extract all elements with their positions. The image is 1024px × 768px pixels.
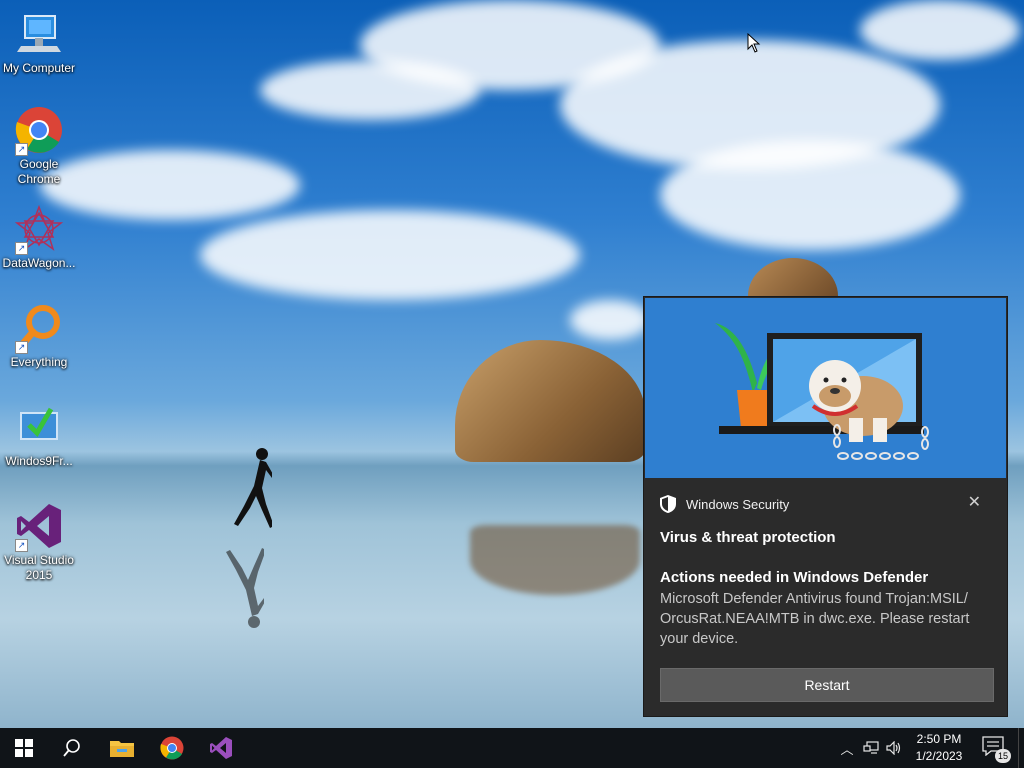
desktop-icon-everything[interactable]: ↗ Everything: [1, 304, 77, 370]
taskbar: ︿ 2:50 PM 1/2/2023 15: [0, 728, 1024, 768]
runner-reflection: [226, 548, 264, 628]
network-icon: [863, 741, 879, 754]
desktop-icon-google-chrome[interactable]: ↗ Google Chrome: [1, 106, 77, 187]
cloud: [40, 150, 300, 220]
taskbar-chrome[interactable]: [148, 728, 196, 768]
shortcut-arrow-icon: ↗: [15, 539, 28, 552]
datawagon-icon: ↗: [14, 204, 64, 255]
taskbar-visual-studio[interactable]: [197, 728, 245, 768]
clock-time: 2:50 PM: [916, 732, 962, 746]
notification-app-name: Windows Security: [686, 496, 790, 512]
close-icon[interactable]: ✕: [968, 495, 981, 511]
shortcut-arrow-icon: ↗: [15, 143, 28, 156]
notification-title: Virus & threat protection: [660, 529, 836, 546]
file-explorer-icon: [110, 741, 134, 757]
search-icon: [63, 739, 80, 757]
mouse-cursor-icon: [747, 33, 761, 53]
rock-formation: [748, 258, 838, 300]
desktop-icon-datawagon[interactable]: ↗ DataWagon...: [1, 204, 77, 271]
clock-date: 1/2/2023: [915, 749, 963, 763]
runner-silhouette: [234, 448, 272, 528]
chrome-icon: [160, 736, 184, 760]
volume-button[interactable]: [884, 728, 904, 768]
windows-logo-icon: [15, 739, 33, 757]
taskbar-clock[interactable]: 2:50 PM 1/2/2023: [908, 731, 970, 765]
taskbar-file-explorer[interactable]: [98, 728, 146, 768]
desktop-icon-label: Visual Studio 2015: [4, 553, 74, 582]
everything-search-icon: ↗: [15, 304, 63, 354]
shield-icon: [660, 495, 676, 513]
chrome-icon: ↗: [15, 106, 63, 156]
installer-icon: [15, 403, 63, 451]
windows-security-notification[interactable]: Windows Security ✕ Virus & threat protec…: [644, 297, 1007, 716]
cloud: [860, 0, 1020, 60]
notification-count-badge: 15: [995, 749, 1011, 763]
visual-studio-icon: [210, 737, 232, 759]
cloud: [260, 60, 480, 120]
shortcut-arrow-icon: ↗: [15, 341, 28, 354]
network-button[interactable]: [861, 728, 881, 768]
show-hidden-icons-button[interactable]: ︿: [838, 728, 856, 768]
show-desktop-button[interactable]: [1018, 728, 1024, 768]
notification-header: Windows Security ✕: [660, 495, 991, 513]
restart-button[interactable]: Restart: [660, 668, 994, 702]
desktop-icon-label: Everything: [10, 355, 68, 369]
action-center-button[interactable]: 15: [982, 736, 1011, 763]
computer-icon: [15, 10, 63, 58]
shortcut-arrow-icon: ↗: [15, 242, 28, 255]
notification-body: Microsoft Defender Antivirus found Troja…: [660, 591, 970, 647]
cloud: [570, 300, 650, 340]
rock-reflection: [470, 525, 640, 595]
desktop-icon-label: Google Chrome: [17, 157, 61, 186]
desktop-icon-label: Windos9Fr...: [5, 454, 73, 468]
cloud: [660, 140, 960, 250]
desktop-icon-label: DataWagon...: [2, 256, 76, 270]
speaker-icon: [886, 741, 901, 755]
start-button[interactable]: [0, 728, 48, 768]
visual-studio-icon: ↗: [15, 502, 63, 552]
notification-subtitle: Actions needed in Windows Defender: [660, 569, 929, 586]
rock-formation: [455, 340, 645, 462]
desktop-icon-windos9fr[interactable]: Windos9Fr...: [1, 403, 77, 469]
search-button[interactable]: [48, 728, 96, 768]
desktop-icon-visual-studio[interactable]: ↗ Visual Studio 2015: [1, 502, 77, 583]
desktop-icon-label: My Computer: [2, 61, 76, 75]
desktop-icon-my-computer[interactable]: My Computer: [1, 10, 77, 76]
chevron-up-icon: ︿: [840, 741, 854, 757]
notification-hero-image: [645, 298, 1006, 478]
cloud: [200, 210, 580, 300]
